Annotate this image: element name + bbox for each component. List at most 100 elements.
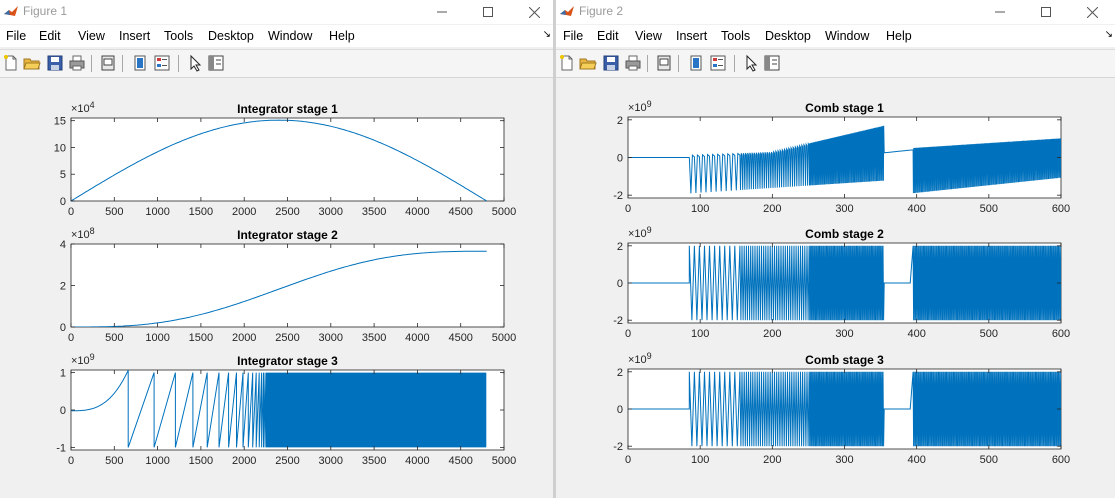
print-preview-icon[interactable]	[99, 54, 117, 72]
x-tick-label: 4500	[448, 332, 472, 344]
pointer-icon[interactable]	[186, 54, 204, 72]
new-file-icon[interactable]	[2, 54, 20, 72]
y-tick-label: 15	[54, 116, 66, 128]
x-tick-label: 3500	[362, 332, 386, 344]
insert-legend-icon[interactable]	[153, 54, 171, 72]
x-tick-label: 5000	[492, 206, 516, 218]
x-tick-label: 400	[907, 328, 925, 340]
x-tick-label: 300	[835, 328, 853, 340]
x-tick-label: 200	[763, 203, 781, 215]
open-folder-icon[interactable]	[23, 54, 41, 72]
save-icon[interactable]	[46, 54, 64, 72]
toolbar-separator	[647, 55, 648, 72]
menu-desktop[interactable]: Desktop	[208, 29, 254, 43]
menu-help[interactable]: Help	[886, 29, 912, 43]
menu-view[interactable]: View	[635, 29, 662, 43]
menu-help[interactable]: Help	[329, 29, 355, 43]
close-button[interactable]	[1070, 0, 1114, 24]
menu-file[interactable]: File	[6, 29, 26, 43]
save-icon[interactable]	[602, 54, 620, 72]
property-inspector-icon[interactable]	[207, 54, 225, 72]
title-bar: Figure 2	[556, 0, 1115, 24]
y-tick-label: 2	[60, 281, 66, 293]
maximize-button[interactable]	[466, 0, 510, 24]
menu-window[interactable]: Window	[825, 29, 869, 43]
y-tick-label: -1	[56, 442, 66, 454]
insert-legend-icon[interactable]	[709, 54, 727, 72]
x-tick-label: 3500	[362, 455, 386, 467]
menu-overflow-icon[interactable]: ↘	[543, 29, 551, 40]
toolbar-separator	[178, 55, 179, 72]
maximize-button[interactable]	[1024, 0, 1068, 24]
x-tick-label: 0	[625, 454, 631, 466]
y-tick-label: -2	[613, 190, 623, 202]
menu-overflow-icon[interactable]: ↘	[1105, 29, 1113, 40]
x-tick-label: 4500	[448, 206, 472, 218]
y-tick-label: 10	[54, 142, 66, 154]
menu-tools[interactable]: Tools	[721, 29, 750, 43]
close-button[interactable]	[512, 0, 553, 24]
axis-exponent: ×104	[71, 100, 95, 115]
new-file-icon[interactable]	[558, 54, 576, 72]
axis-exponent: ×109	[628, 99, 652, 114]
axes-1: 0 100 200 300 400 500 600-202×109 Comb stage 1	[613, 99, 1070, 215]
x-tick-label: 0	[68, 206, 74, 218]
x-tick-label: 4000	[405, 332, 429, 344]
toolbar	[556, 49, 1115, 78]
toolbar-separator	[734, 55, 735, 72]
x-tick-label: 3000	[319, 455, 343, 467]
menu-edit[interactable]: Edit	[39, 29, 61, 43]
y-tick-label: 2	[617, 367, 623, 379]
x-tick-label: 600	[1052, 328, 1070, 340]
x-tick-label: 2000	[232, 455, 256, 467]
menu-bar: File Edit View Insert Tools Desktop Wind…	[556, 25, 1115, 47]
menu-file[interactable]: File	[563, 29, 583, 43]
window-title: Figure 2	[579, 4, 624, 18]
toolbar-separator	[678, 55, 679, 72]
x-tick-label: 1000	[145, 206, 169, 218]
x-tick-label: 100	[691, 203, 709, 215]
minimize-button[interactable]	[978, 0, 1022, 24]
axis-exponent: ×108	[71, 226, 95, 241]
menu-bar: File Edit View Insert Tools Desktop Wind…	[0, 25, 553, 47]
menu-insert[interactable]: Insert	[119, 29, 150, 43]
axes-2: 0 100 200 300 400 500 600-202×109 Comb stage 2	[613, 225, 1070, 340]
menu-tools[interactable]: Tools	[164, 29, 193, 43]
y-tick-label: 0	[617, 404, 623, 416]
print-preview-icon[interactable]	[655, 54, 673, 72]
axes-title: Comb stage 2	[805, 227, 884, 241]
print-icon[interactable]	[624, 54, 642, 72]
print-icon[interactable]	[68, 54, 86, 72]
menu-edit[interactable]: Edit	[597, 29, 619, 43]
menu-window[interactable]: Window	[268, 29, 312, 43]
x-tick-label: 1500	[189, 455, 213, 467]
x-tick-label: 200	[763, 454, 781, 466]
x-tick-label: 3000	[319, 206, 343, 218]
x-tick-label: 500	[105, 332, 123, 344]
title-bar: Figure 1	[0, 0, 553, 24]
link-plot-icon[interactable]	[131, 54, 149, 72]
x-tick-label: 1500	[189, 206, 213, 218]
x-tick-label: 600	[1052, 203, 1070, 215]
y-tick-label: 0	[617, 153, 623, 165]
x-tick-label: 0	[625, 328, 631, 340]
menu-view[interactable]: View	[78, 29, 105, 43]
figure-canvas: 0 500 1000 1500 2000 2500 3000 3500 4000 4500 5000…	[54, 100, 516, 467]
x-tick-label: 0	[68, 455, 74, 467]
x-tick-label: 600	[1052, 454, 1070, 466]
figure-window-2: Figure 2 File Edit View Insert Tools Des…	[556, 0, 1115, 498]
x-tick-label: 200	[763, 328, 781, 340]
y-tick-label: 2	[617, 115, 623, 127]
menu-desktop[interactable]: Desktop	[765, 29, 811, 43]
minimize-button[interactable]	[420, 0, 464, 24]
property-inspector-icon[interactable]	[763, 54, 781, 72]
menu-insert[interactable]: Insert	[676, 29, 707, 43]
figure-window-1: Figure 1 File Edit View Insert Tools Des…	[0, 0, 553, 498]
link-plot-icon[interactable]	[687, 54, 705, 72]
x-tick-label: 400	[907, 454, 925, 466]
open-folder-icon[interactable]	[579, 54, 597, 72]
pointer-icon[interactable]	[742, 54, 760, 72]
x-tick-label: 5000	[492, 455, 516, 467]
x-tick-label: 0	[68, 332, 74, 344]
axis-exponent: ×109	[628, 351, 652, 366]
